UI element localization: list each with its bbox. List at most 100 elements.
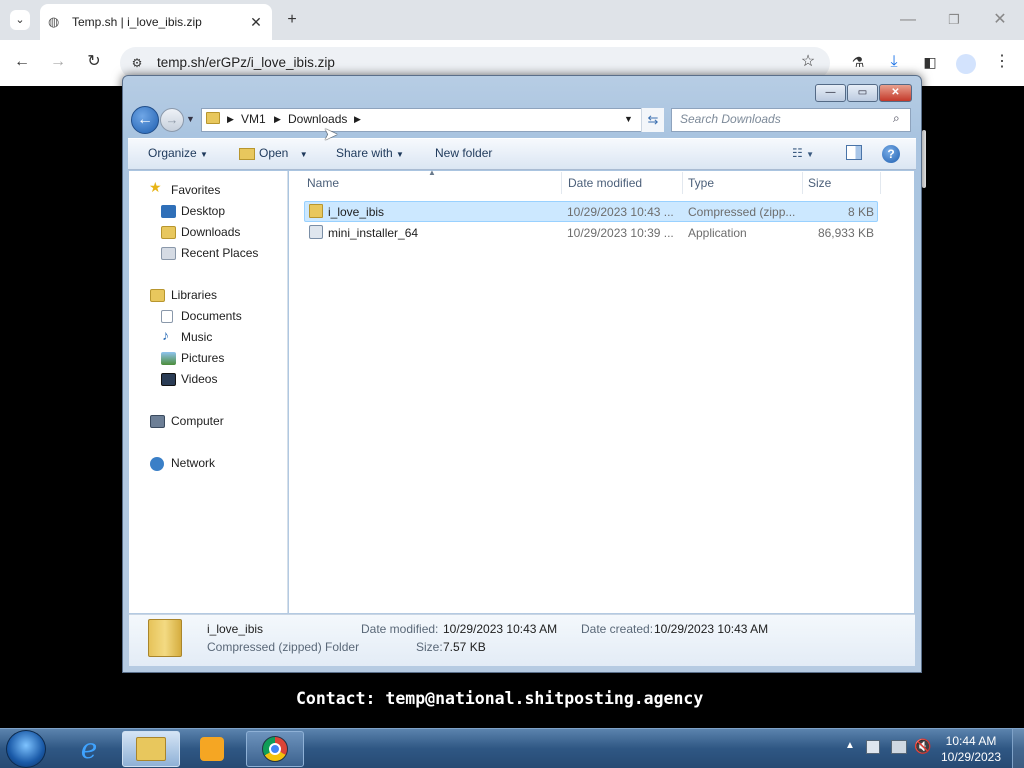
open-button[interactable]: Open ▼: [259, 146, 308, 160]
action-center-icon[interactable]: [866, 740, 880, 754]
url-text[interactable]: temp.sh/erGPz/i_love_ibis.zip: [157, 55, 335, 70]
new-folder-button[interactable]: New folder: [435, 146, 492, 160]
file-name[interactable]: i_love_ibis: [328, 205, 384, 219]
view-options-icon[interactable]: ☷ ▼: [792, 146, 814, 160]
details-date-created: 10/29/2023 10:43 AM: [654, 622, 769, 636]
breadcrumb-vm1[interactable]: VM1: [241, 112, 266, 126]
downloads-folder-icon: [161, 226, 176, 239]
chrome-icon-center: [269, 743, 281, 755]
column-date-modified[interactable]: Date modified: [568, 176, 642, 190]
libraries-icon: [150, 289, 165, 302]
nav-libraries[interactable]: Libraries: [171, 288, 217, 302]
search-icon[interactable]: ⌕: [893, 111, 900, 126]
breadcrumb-downloads[interactable]: Downloads: [288, 112, 347, 126]
clock-time: 10:44 AM: [945, 734, 997, 748]
media-player-icon: [200, 737, 224, 761]
column-divider[interactable]: [682, 172, 683, 194]
restore-browser-icon[interactable]: ❐: [944, 10, 964, 30]
new-tab-icon[interactable]: +: [282, 10, 302, 30]
share-with-button[interactable]: Share with ▼: [336, 146, 404, 160]
nav-desktop[interactable]: Desktop: [181, 204, 225, 218]
system-clock[interactable]: 10:44 AM 10/29/2023: [936, 733, 1006, 765]
globe-icon: ◍: [48, 14, 60, 29]
documents-icon: [161, 310, 173, 323]
minimize-window-icon[interactable]: —: [815, 84, 846, 102]
forward-icon[interactable]: →: [48, 52, 68, 72]
close-browser-icon[interactable]: ✕: [990, 10, 1010, 30]
nav-music[interactable]: Music: [181, 330, 212, 344]
nav-videos[interactable]: Videos: [181, 372, 217, 386]
column-type[interactable]: Type: [688, 176, 714, 190]
close-tab-icon[interactable]: ✕: [248, 14, 264, 31]
preview-pane-icon[interactable]: [846, 145, 862, 160]
nav-downloads[interactable]: Downloads: [181, 225, 240, 239]
breadcrumb-arrow-icon[interactable]: ▶: [227, 114, 234, 125]
explorer-address-bar[interactable]: [201, 108, 664, 132]
internet-explorer-icon[interactable]: e: [60, 731, 118, 767]
nav-computer[interactable]: Computer: [171, 414, 224, 428]
file-size: 8 KB: [847, 205, 874, 219]
folder-icon: [206, 112, 220, 124]
browser-menu-icon[interactable]: ⋮: [992, 52, 1012, 72]
details-date-modified: 10/29/2023 10:43 AM: [443, 622, 558, 636]
labs-flask-icon[interactable]: ⚗: [848, 52, 868, 72]
videos-icon: [161, 373, 176, 386]
mouse-cursor-icon: ➤: [323, 124, 339, 144]
profile-avatar[interactable]: [956, 54, 976, 74]
computer-icon: [150, 415, 165, 428]
browser-tab[interactable]: ◍ Temp.sh | i_love_ibis.zip ✕: [40, 4, 272, 40]
column-divider[interactable]: [802, 172, 803, 194]
download-icon[interactable]: ⤓: [884, 52, 904, 72]
column-name[interactable]: Name: [307, 176, 339, 190]
column-divider[interactable]: [880, 172, 881, 194]
explorer-back-icon[interactable]: ←: [131, 106, 159, 134]
minimize-browser-icon[interactable]: —: [898, 10, 918, 30]
breadcrumb-arrow-icon[interactable]: ▶: [354, 114, 361, 125]
music-icon: ♪: [162, 327, 169, 343]
explorer-forward-icon[interactable]: →: [160, 108, 184, 132]
organize-button[interactable]: Organize ▼: [148, 146, 208, 160]
site-info-icon[interactable]: ⚙: [128, 53, 146, 73]
show-desktop-button[interactable]: [1012, 729, 1024, 768]
nav-pictures[interactable]: Pictures: [181, 351, 224, 365]
open-label: Open: [259, 146, 289, 160]
column-divider[interactable]: [561, 172, 562, 194]
address-dropdown-icon[interactable]: ▼: [624, 114, 633, 124]
breadcrumb-arrow-icon[interactable]: ▶: [274, 114, 281, 125]
back-icon[interactable]: ←: [12, 52, 32, 72]
nav-documents[interactable]: Documents: [181, 309, 242, 323]
details-date-created-label: Date created:: [581, 622, 654, 636]
tab-search-icon[interactable]: ⌄: [10, 10, 30, 30]
details-name: i_love_ibis: [207, 622, 264, 636]
zip-folder-large-icon: [148, 619, 182, 657]
maximize-window-icon[interactable]: ▭: [847, 84, 878, 102]
star-icon: ★: [149, 179, 162, 195]
reload-icon[interactable]: ↻: [84, 52, 104, 72]
nav-network[interactable]: Network: [171, 456, 215, 470]
side-panel-icon[interactable]: ◧: [920, 52, 940, 72]
desktop-icon: [161, 205, 176, 218]
share-with-label: Share with: [336, 146, 393, 160]
folder-icon: [136, 737, 166, 761]
volume-muted-icon[interactable]: 🔇: [914, 738, 931, 755]
pictures-icon: [161, 352, 176, 365]
start-button[interactable]: [6, 730, 46, 768]
file-type: Application: [688, 226, 747, 240]
network-status-icon[interactable]: [891, 740, 907, 754]
application-icon: [309, 225, 323, 239]
close-window-icon[interactable]: ✕: [879, 84, 912, 102]
show-hidden-icons[interactable]: ▲: [845, 740, 855, 751]
file-name[interactable]: mini_installer_64: [328, 226, 418, 240]
recent-pages-chevron-icon[interactable]: ▼: [186, 114, 195, 124]
nav-favorites[interactable]: Favorites: [171, 183, 220, 197]
network-icon: [150, 457, 164, 471]
page-scrollbar[interactable]: [922, 130, 926, 188]
column-size[interactable]: Size: [808, 176, 831, 190]
bookmark-star-icon[interactable]: ☆: [798, 52, 818, 72]
refresh-icon[interactable]: ⇆: [641, 108, 664, 132]
nav-recent-places[interactable]: Recent Places: [181, 246, 258, 260]
help-icon[interactable]: ?: [882, 145, 900, 163]
details-size-label: Size:: [416, 640, 443, 654]
details-size: 7.57 KB: [443, 640, 486, 654]
open-folder-icon: [239, 148, 255, 160]
